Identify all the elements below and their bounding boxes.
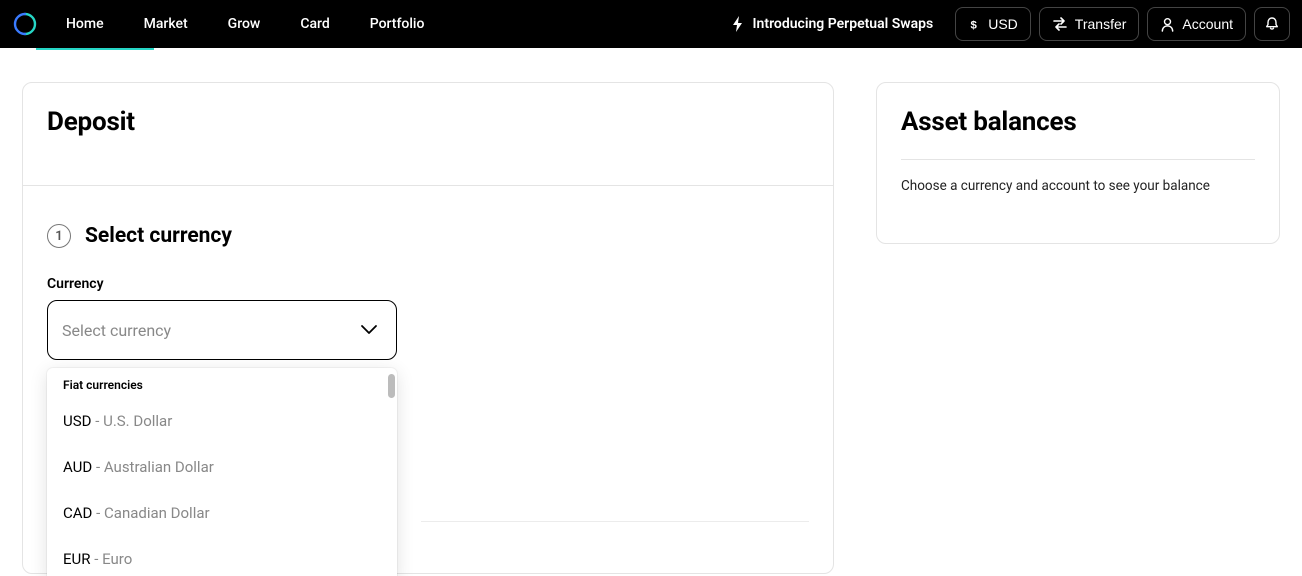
option-name: Canadian Dollar xyxy=(104,504,210,522)
page-body: Deposit 1 Select currency Currency Selec… xyxy=(0,48,1302,576)
nav-card[interactable]: Card xyxy=(300,16,329,32)
currency-dropdown: Fiat currencies USD - U.S. Dollar AUD - … xyxy=(47,368,397,576)
deposit-title: Deposit xyxy=(47,107,809,137)
transfer-button[interactable]: Transfer xyxy=(1039,7,1140,41)
step-1-header: 1 Select currency xyxy=(23,186,833,248)
currency-field-label: Currency xyxy=(47,276,833,292)
notifications-button[interactable] xyxy=(1254,7,1290,41)
account-label: Account xyxy=(1182,16,1233,32)
balances-card: Asset balances Choose a currency and acc… xyxy=(876,82,1280,244)
balances-empty-text: Choose a currency and account to see you… xyxy=(901,178,1255,194)
currency-placeholder: Select currency xyxy=(62,321,171,340)
step-1-number: 1 xyxy=(47,224,71,248)
option-code: USD xyxy=(63,412,91,430)
bell-icon xyxy=(1264,16,1280,32)
step-1-title: Select currency xyxy=(85,224,232,248)
option-code: AUD xyxy=(63,458,92,476)
nav-home[interactable]: Home xyxy=(66,16,104,32)
option-code: EUR xyxy=(63,550,91,568)
divider xyxy=(421,521,809,522)
option-name: U.S. Dollar xyxy=(103,412,172,430)
currency-option-cad[interactable]: CAD - Canadian Dollar xyxy=(47,490,397,536)
dropdown-group-label: Fiat currencies xyxy=(47,368,397,398)
currency-label: USD xyxy=(988,16,1018,32)
currency-option-eur[interactable]: EUR - Euro xyxy=(47,536,397,576)
brand-logo[interactable] xyxy=(12,11,38,37)
nav-links: Home Market Grow Card Portfolio xyxy=(66,16,424,32)
currency-button[interactable]: $ USD xyxy=(955,7,1031,41)
promo-link[interactable]: Introducing Perpetual Swaps xyxy=(731,16,934,32)
chevron-down-icon xyxy=(360,324,378,336)
transfer-label: Transfer xyxy=(1075,16,1127,32)
dollar-icon: $ xyxy=(968,18,981,31)
option-name: Australian Dollar xyxy=(104,458,214,476)
svg-text:$: $ xyxy=(971,19,978,30)
deposit-card: Deposit 1 Select currency Currency Selec… xyxy=(22,82,834,574)
user-icon xyxy=(1160,17,1175,32)
nav-grow[interactable]: Grow xyxy=(228,16,261,32)
option-name: Euro xyxy=(102,550,132,568)
currency-option-usd[interactable]: USD - U.S. Dollar xyxy=(47,398,397,444)
promo-text: Introducing Perpetual Swaps xyxy=(753,16,934,32)
dropdown-scrollbar[interactable] xyxy=(388,374,395,398)
lightning-icon xyxy=(731,16,745,32)
currency-select[interactable]: Select currency xyxy=(47,300,397,360)
active-tab-underline xyxy=(36,48,154,50)
top-nav: Home Market Grow Card Portfolio Introduc… xyxy=(0,0,1302,48)
option-code: CAD xyxy=(63,504,92,522)
currency-option-aud[interactable]: AUD - Australian Dollar xyxy=(47,444,397,490)
balances-title: Asset balances xyxy=(901,107,1255,137)
nav-market[interactable]: Market xyxy=(144,16,188,32)
transfer-icon xyxy=(1052,17,1068,31)
account-button[interactable]: Account xyxy=(1147,7,1246,41)
nav-portfolio[interactable]: Portfolio xyxy=(370,16,425,32)
